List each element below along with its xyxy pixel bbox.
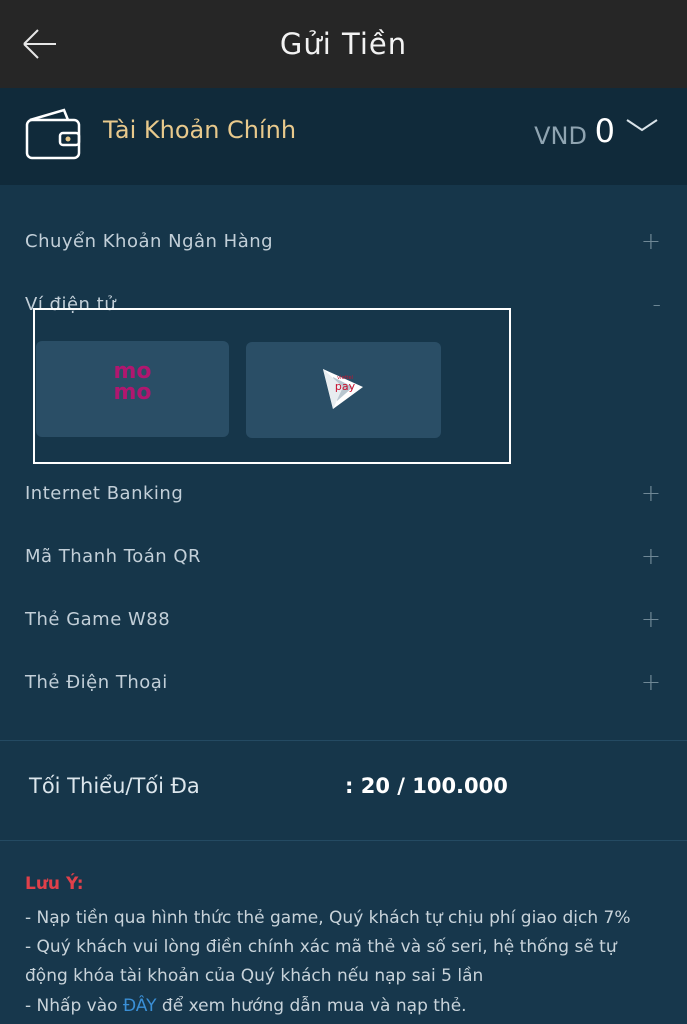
notes-panel: Lưu Ý: - Nạp tiền qua hình thức thẻ game… (0, 840, 687, 1024)
chevron-down-icon[interactable] (625, 116, 659, 136)
limits-value: : 20 / 100.000 (345, 774, 508, 798)
limits-label: Tối Thiểu/Tối Đa (29, 774, 200, 798)
page-title: Gửi Tiền (279, 27, 408, 61)
account-selector[interactable]: Tài Khoản Chính VND 0 (0, 88, 687, 185)
collapse-minus-icon[interactable]: - (652, 290, 661, 318)
divider (0, 740, 687, 741)
method-label: Chuyển Khoản Ngân Hàng (25, 231, 274, 252)
notes-title: Lưu Ý: (25, 874, 84, 894)
top-bar: Gửi Tiền (0, 0, 687, 88)
note-line: động khóa tài khoản của Quý khách nếu nạ… (25, 966, 484, 986)
account-name: Tài Khoản Chính (103, 116, 297, 144)
method-label: Thẻ Game W88 (25, 609, 171, 630)
note-line: - Nhấp vào ĐÂY để xem hướng dẫn mua và n… (25, 996, 467, 1016)
wallet-icon (25, 108, 81, 160)
expand-plus-icon[interactable]: + (641, 605, 661, 633)
method-bank-transfer[interactable]: Chuyển Khoản Ngân Hàng + (0, 223, 687, 263)
method-phone-card[interactable]: Thẻ Điện Thoại + (0, 664, 687, 704)
note-line: - Nạp tiền qua hình thức thẻ game, Quý k… (25, 908, 631, 928)
expand-plus-icon[interactable]: + (641, 227, 661, 255)
method-label: Internet Banking (25, 483, 184, 504)
method-qr-code[interactable]: Mã Thanh Toán QR + (0, 538, 687, 578)
currency-label: VND (534, 122, 587, 150)
account-balance: 0 (594, 112, 615, 150)
selection-highlight-box (33, 308, 511, 464)
back-arrow-icon[interactable] (20, 26, 60, 62)
guide-link[interactable]: ĐÂY (123, 996, 157, 1016)
expand-plus-icon[interactable]: + (641, 542, 661, 570)
method-label: Mã Thanh Toán QR (25, 546, 202, 567)
note-line: - Quý khách vui lòng điền chính xác mã t… (25, 937, 617, 957)
method-label: Thẻ Điện Thoại (25, 672, 168, 693)
method-game-card[interactable]: Thẻ Game W88 + (0, 601, 687, 641)
expand-plus-icon[interactable]: + (641, 668, 661, 696)
expand-plus-icon[interactable]: + (641, 479, 661, 507)
method-internet-banking[interactable]: Internet Banking + (0, 475, 687, 515)
